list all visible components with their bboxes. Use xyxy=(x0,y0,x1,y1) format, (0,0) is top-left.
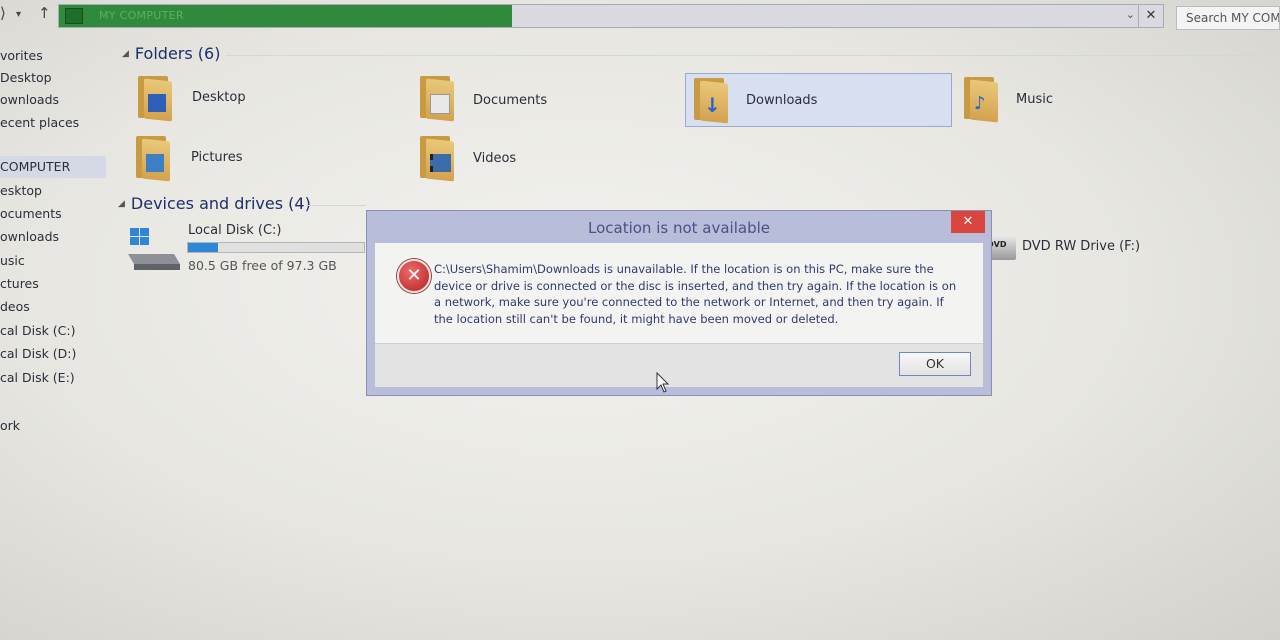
dialog-footer: OK xyxy=(375,343,983,387)
folder-tile-music[interactable]: ♪ Music xyxy=(958,73,1218,127)
error-dialog: Location is not available ✕ ✕ C:\Users\S… xyxy=(366,210,992,396)
drive-name: DVD RW Drive (F:) xyxy=(1022,239,1141,254)
sidebar-item-desktop-2[interactable]: esktop xyxy=(0,183,42,198)
folder-tile-downloads[interactable]: ↓ Downloads xyxy=(685,73,952,127)
history-dropdown-icon[interactable]: ▾ xyxy=(16,9,21,20)
forward-arrow-icon[interactable]: ⟩ xyxy=(0,4,6,22)
drive-usage-fill xyxy=(188,243,218,252)
hard-drive-icon xyxy=(128,228,180,270)
drives-group-title: Devices and drives (4) xyxy=(130,194,311,213)
collapse-triangle-icon: ◢ xyxy=(118,199,125,209)
sidebar-item-favorites[interactable]: vorites xyxy=(0,48,43,63)
sidebar-item-local-disk-c[interactable]: cal Disk (C:) xyxy=(0,323,76,338)
folders-group-title: Folders (6) xyxy=(134,44,221,63)
folder-label: Documents xyxy=(473,93,548,108)
sidebar-item-music[interactable]: usic xyxy=(0,253,25,268)
folder-icon xyxy=(136,74,172,122)
error-icon: ✕ xyxy=(397,259,431,293)
folder-label: Pictures xyxy=(191,150,243,165)
drive-name: Local Disk (C:) xyxy=(188,223,282,238)
address-dropdown-icon[interactable]: ⌄ xyxy=(1126,8,1135,21)
top-bar: ⟩ ▾ ↑ MY COMPUTER ⌄ ✕ Search MY COMP xyxy=(0,0,1280,36)
sidebar-item-documents[interactable]: ocuments xyxy=(0,206,62,221)
drive-tile-dvd-f[interactable]: DVD DVD RW Drive (F:) xyxy=(986,232,1186,272)
sidebar-item-local-disk-d[interactable]: cal Disk (D:) xyxy=(0,346,76,361)
drives-divider xyxy=(306,205,366,206)
folder-label: Downloads xyxy=(746,93,818,108)
computer-icon xyxy=(65,8,83,24)
folder-tile-videos[interactable]: Videos xyxy=(412,132,672,186)
drives-group-header[interactable]: ◢ Devices and drives (4) xyxy=(118,194,311,213)
sidebar-item-downloads-2[interactable]: ownloads xyxy=(0,229,59,244)
address-clear-icon[interactable]: ✕ xyxy=(1138,5,1163,27)
up-arrow-icon[interactable]: ↑ xyxy=(38,4,51,22)
mouse-pointer-icon xyxy=(656,372,670,393)
folder-icon: ♪ xyxy=(962,75,998,123)
folder-tile-desktop[interactable]: Desktop xyxy=(130,72,390,126)
sidebar-item-my-computer[interactable]: COMPUTER xyxy=(0,156,106,178)
folders-divider xyxy=(226,55,1276,56)
drive-usage-bar xyxy=(187,242,365,253)
dialog-body: ✕ C:\Users\Shamim\Downloads is unavailab… xyxy=(375,243,983,353)
sidebar-item-downloads[interactable]: ownloads xyxy=(0,92,59,107)
folder-tile-pictures[interactable]: Pictures xyxy=(130,132,390,186)
folder-label: Desktop xyxy=(192,90,246,105)
close-icon[interactable]: ✕ xyxy=(951,211,985,233)
sidebar-item-desktop[interactable]: Desktop xyxy=(0,70,52,85)
address-path: MY COMPUTER xyxy=(99,9,184,22)
sidebar-item-network[interactable]: ork xyxy=(0,418,20,433)
dialog-title: Location is not available xyxy=(588,219,770,237)
folder-label: Music xyxy=(1016,92,1053,107)
address-bar[interactable]: MY COMPUTER ⌄ ✕ xyxy=(58,4,1164,28)
folder-label: Videos xyxy=(473,151,517,166)
navigation-pane: vorites Desktop ownloads ecent places CO… xyxy=(0,40,108,640)
drive-free-space: 80.5 GB free of 97.3 GB xyxy=(188,258,337,273)
folder-icon xyxy=(134,134,170,182)
folder-icon xyxy=(418,74,454,122)
collapse-triangle-icon: ◢ xyxy=(122,49,129,59)
folders-group-header[interactable]: ◢ Folders (6) xyxy=(122,44,220,63)
sidebar-item-pictures[interactable]: ctures xyxy=(0,276,39,291)
folder-tile-documents[interactable]: Documents xyxy=(412,74,672,128)
sidebar-item-videos[interactable]: deos xyxy=(0,299,30,314)
dialog-message: C:\Users\Shamim\Downloads is unavailable… xyxy=(434,262,957,326)
sidebar-item-label: COMPUTER xyxy=(0,159,71,174)
sidebar-item-local-disk-e[interactable]: cal Disk (E:) xyxy=(0,370,75,385)
ok-button[interactable]: OK xyxy=(899,352,971,376)
folder-icon: ↓ xyxy=(692,76,728,124)
drive-tile-local-disk-c[interactable]: Local Disk (C:) 80.5 GB free of 97.3 GB xyxy=(126,222,376,278)
sidebar-item-recent-places[interactable]: ecent places xyxy=(0,115,79,130)
search-input[interactable]: Search MY COMP xyxy=(1176,6,1280,30)
folder-icon xyxy=(418,134,454,182)
